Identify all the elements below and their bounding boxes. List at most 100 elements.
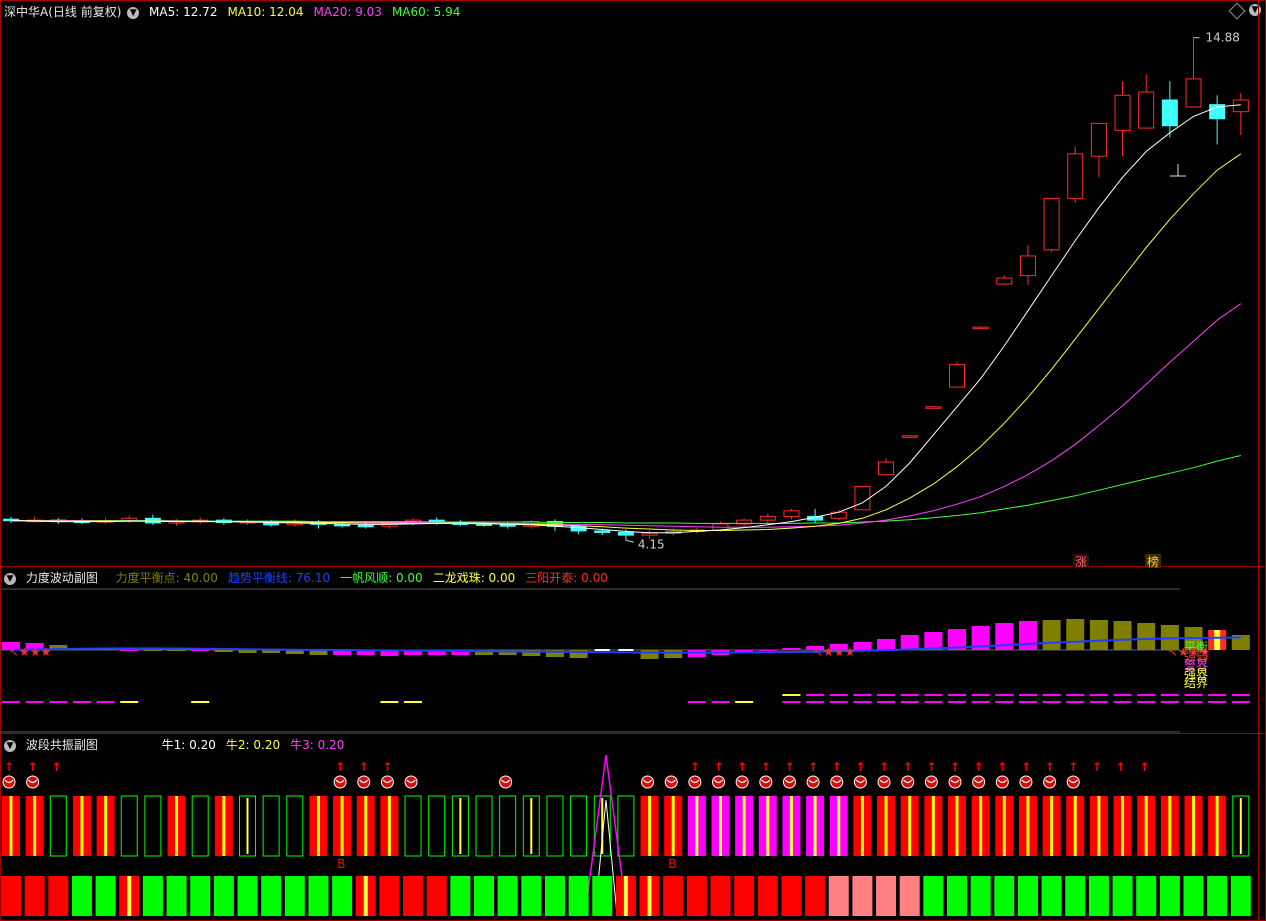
resonance-bar [286,795,304,857]
signal-ball-icon [806,775,820,789]
chevron-down-icon[interactable]: ▼ [127,6,140,19]
ranking-badge-text: 榜 [1147,554,1159,569]
candle-body [1067,153,1084,199]
force-bar [687,650,706,657]
candle-body [334,523,351,527]
signal-ball-icon [406,779,416,784]
ma60-line [11,455,1241,524]
bottom-bar [332,876,353,916]
bottom-bar [450,876,471,916]
candle-body [381,522,398,527]
bottom-bar [852,876,873,916]
bottom-bar [994,876,1015,916]
signal-ball-icon [879,779,889,784]
force-bar [758,650,777,651]
up-arrow-icon: ↑ [855,760,865,774]
up-arrow-icon: ↑ [335,760,345,774]
bottom-bar [119,876,140,916]
bottom-bar [876,876,897,916]
stock-title[interactable]: 深中华A(日线 前复权) [4,5,121,19]
candle-body [452,522,469,525]
ma-legend: MA5: 12.72 MA10: 12.04 MA20: 9.03 MA60: 5.9… [149,5,470,19]
signal-ball-icon [924,775,938,789]
resonance-bar [451,795,469,857]
chevron-down-icon[interactable]: ▼ [4,572,16,585]
band-resonance-panel: ↑ ↑ ↑ ↑ ↑ ↑ ↑ ↑ ↑ ↑ ↑ ↑ ↑ ↑ ↑ ↑ ↑ ↑ ↑ ↑ ↑ ↑ ↑ ↑ ↑ ↑ B B [1,754,1251,916]
signal-ball-icon [972,775,986,789]
up-arrow-icon: ↑ [761,760,771,774]
bottom-bar [355,876,376,916]
candle-body [1019,255,1036,277]
spike-line [594,799,618,916]
bottom-bar [1112,876,1133,916]
force-bar [711,650,730,655]
force-bar [1231,635,1250,650]
bottom-bar [947,876,967,916]
candle-body [121,517,138,522]
signal-ball-icon [782,775,796,789]
resonance-bar [262,795,280,857]
candle-body [26,519,43,523]
bottom-bar [308,876,329,916]
bottom-bar [521,876,542,916]
bottom-bar [615,876,636,916]
moving-average-lines [10,104,1242,534]
resonance-bar [1018,796,1037,856]
signal-ball-icon [997,779,1007,784]
resonance-bar [1184,796,1203,856]
panel-menu-icon[interactable]: ▼ [1249,4,1261,16]
candle-body [144,517,161,524]
resonance-bar [900,796,919,856]
signal-ball-icon [735,775,749,789]
signal-ball-icon [995,775,1009,789]
resonance-bar [924,796,943,856]
force-bar [829,644,848,650]
signal-ball-icon [830,775,844,789]
signal-ball-icon [1066,775,1080,789]
resonance-bar [2,796,20,856]
panel3-title[interactable]: 波段共振副图 [26,738,98,752]
signal-ball-icon [4,779,14,784]
resonance-bar [877,796,896,856]
force-bar [1113,621,1132,650]
chevron-down-icon[interactable]: ▼ [4,739,16,752]
resonance-bar [167,796,186,856]
resonance-bar [1137,796,1156,856]
ma10-line [11,153,1242,531]
force-bar [1066,619,1085,650]
up-arrow-icon: ↑ [950,760,960,774]
force-bar [143,650,162,651]
force-bar [1184,627,1203,650]
legend-item: MA60: 5.94 [391,5,461,19]
candle-body [73,520,90,524]
diamond-icon[interactable] [1228,2,1246,20]
resonance-bar [49,795,67,857]
bottom-bar [568,876,589,916]
force-bar [72,648,91,650]
signal-ball-icon [784,779,794,784]
up-arrow-icon: ↑ [997,760,1007,774]
legend-item: 牛1: 0.20 [161,738,216,752]
bottom-bar [663,876,684,916]
force-bar [285,650,304,654]
signal-ball-icon [855,779,865,784]
resonance-bar [25,796,44,856]
panel2-title[interactable]: 力度波动副图 [26,571,98,585]
bottom-bar [166,876,187,916]
bottom-bar [1088,876,1109,916]
chart-canvas[interactable]: 14.884.15涨榜 ↖★★★ ↖★★★ ↖★★★平衡强弱警界强界结界 ↑ ↑ ↑ ↑ ↑… [0,0,1266,921]
legend-item: MA20: 9.03 [313,5,382,19]
resonance-bar [191,795,209,857]
buy-signal-label: B [337,857,345,871]
signal-ball-icon [926,779,936,784]
bottom-bar [734,876,755,916]
resonance-bar [995,796,1014,856]
candle-body [499,523,516,527]
candle-body [1161,99,1178,127]
candle-body [712,523,729,531]
candle-body [476,523,492,526]
signal-ball-icon [382,779,392,784]
signal-ball-icon [853,775,867,789]
up-arrow-icon: ↑ [382,760,392,774]
up-arrow-icon: ↑ [690,760,700,774]
